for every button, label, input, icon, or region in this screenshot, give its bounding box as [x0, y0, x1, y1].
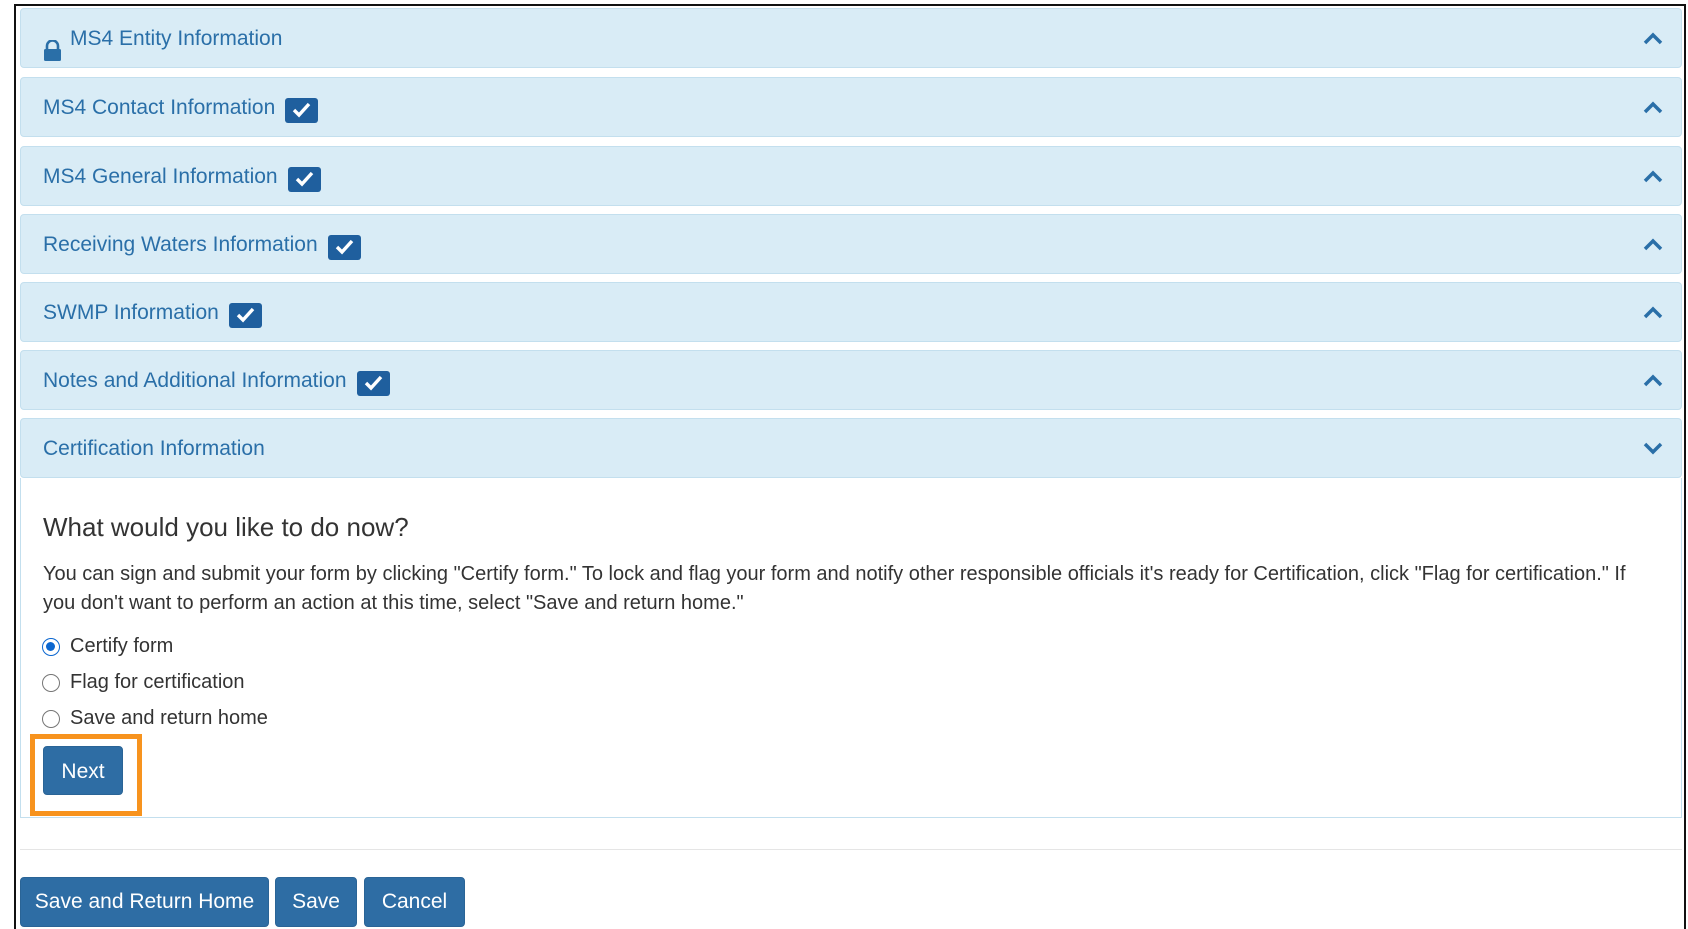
footer-divider [20, 849, 1682, 850]
lock-icon [43, 26, 62, 61]
panel-ms4-entity-information[interactable]: MS4 Entity Information [20, 8, 1682, 68]
checkmark-icon [285, 97, 319, 123]
panel-title-label[interactable]: Certification Information [43, 419, 265, 479]
next-button[interactable]: Next [43, 746, 123, 795]
panel-ms4-contact-information[interactable]: MS4 Contact Information [20, 77, 1682, 137]
radio-button[interactable] [42, 637, 60, 656]
radio-button[interactable] [42, 709, 60, 728]
panel-title-label[interactable]: MS4 Contact Information [43, 78, 275, 138]
chevron-down-icon[interactable] [1641, 438, 1665, 458]
panel-title-label[interactable]: SWMP Information [43, 283, 219, 343]
certification-question: What would you like to do now? [43, 512, 409, 542]
panel-notes-additional-information[interactable]: Notes and Additional Information [20, 350, 1682, 410]
panel-certification-information[interactable]: Certification Information [20, 418, 1682, 478]
radio-option-save-and-return-home[interactable]: Save and return home [42, 707, 268, 730]
panel-title-label[interactable]: MS4 General Information [43, 147, 278, 207]
panel-receiving-waters-information[interactable]: Receiving Waters Information [20, 214, 1682, 274]
checkmark-icon [287, 166, 321, 192]
radio-button[interactable] [42, 673, 60, 692]
radio-label[interactable]: Certify form [70, 635, 173, 658]
checkmark-icon [228, 302, 262, 328]
radio-option-certify-form[interactable]: Certify form [42, 635, 173, 658]
save-and-return-home-button[interactable]: Save and Return Home [20, 877, 269, 927]
chevron-up-icon[interactable] [1641, 28, 1665, 48]
chevron-up-icon[interactable] [1641, 302, 1665, 322]
save-button[interactable]: Save [275, 877, 357, 927]
chevron-up-icon[interactable] [1641, 234, 1665, 254]
panel-swmp-information[interactable]: SWMP Information [20, 282, 1682, 342]
chevron-up-icon[interactable] [1641, 370, 1665, 390]
chevron-up-icon[interactable] [1641, 97, 1665, 117]
checkmark-icon [356, 370, 390, 396]
radio-label[interactable]: Save and return home [70, 707, 268, 730]
panel-title-label[interactable]: MS4 Entity Information [70, 9, 282, 69]
panel-title-label[interactable]: Notes and Additional Information [43, 351, 347, 411]
cancel-button[interactable]: Cancel [364, 877, 465, 927]
chevron-up-icon[interactable] [1641, 166, 1665, 186]
certification-instructions: You can sign and submit your form by cli… [43, 563, 1626, 614]
panel-title-label[interactable]: Receiving Waters Information [43, 215, 318, 275]
checkmark-icon [327, 234, 361, 260]
radio-label[interactable]: Flag for certification [70, 671, 245, 694]
panel-ms4-general-information[interactable]: MS4 General Information [20, 146, 1682, 206]
radio-option-flag-for-certification[interactable]: Flag for certification [42, 671, 245, 694]
